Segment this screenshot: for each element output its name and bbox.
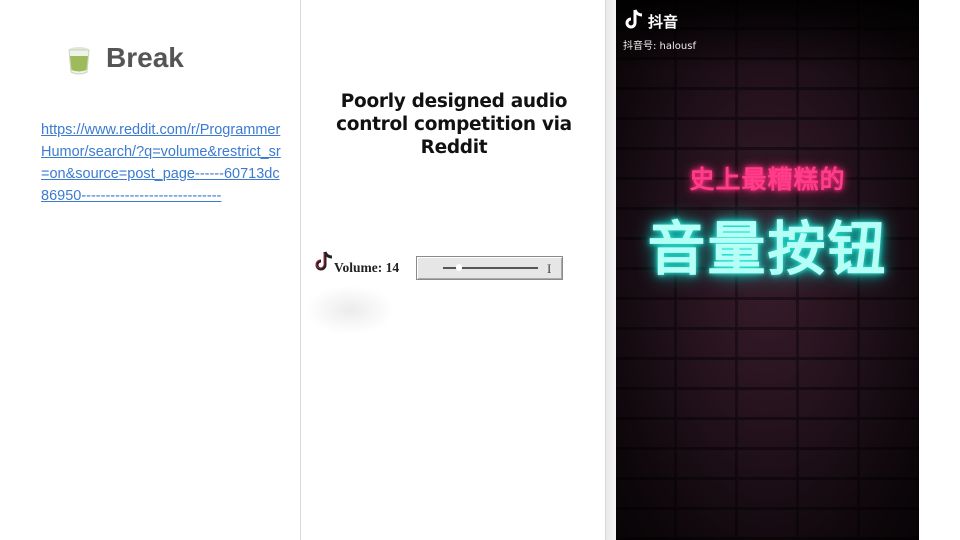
tiktok-watermark-icon	[315, 251, 333, 271]
text-cursor-icon: I	[547, 261, 552, 276]
slider-thumb[interactable]	[456, 264, 462, 271]
neon-caption-top: 史上最糟糕的	[689, 165, 846, 194]
video-blur-artifact	[305, 285, 395, 335]
panel-divider	[606, 0, 616, 540]
reddit-video-panel[interactable]: Poorly designed audio control competitio…	[300, 0, 606, 540]
neon-caption-big: 音量按钮	[647, 215, 888, 283]
douyin-account-id: 抖音号: halousf	[623, 41, 696, 52]
tea-cup-icon	[68, 47, 90, 75]
volume-slider[interactable]: I	[416, 256, 563, 280]
slide-title: Break	[106, 42, 184, 73]
video-heading: Poorly designed audio control competitio…	[336, 91, 572, 158]
reddit-source-link[interactable]: https://www.reddit.com/r/ProgrammerHumor…	[41, 119, 283, 207]
douyin-app-name: 抖音	[648, 13, 679, 31]
volume-label: Volume: 14	[334, 260, 400, 275]
douyin-video-panel[interactable]: 抖音 抖音号: halousf 史上最糟糕的 音量按钮	[616, 0, 919, 540]
douyin-logo-icon	[625, 9, 643, 29]
slide-margin	[919, 0, 960, 540]
